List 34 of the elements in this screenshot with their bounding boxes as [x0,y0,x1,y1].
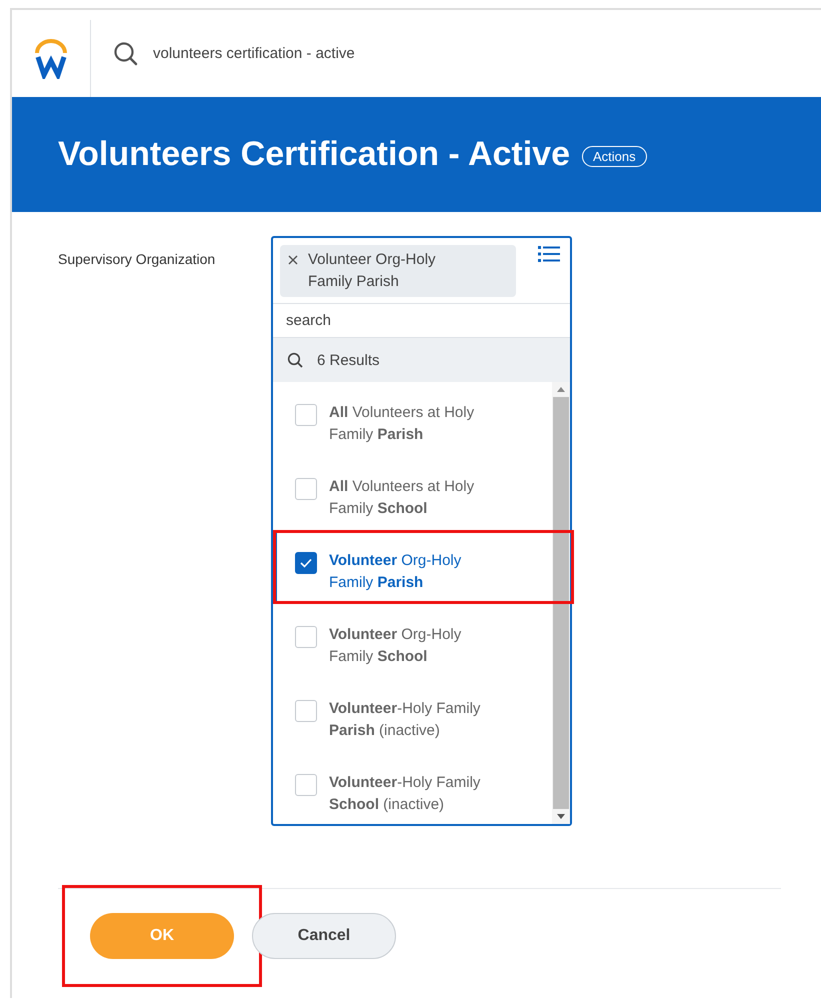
option-label: Volunteer Org-Holy Family Parish [329,551,462,593]
up-arrow-icon[interactable] [556,386,566,393]
search-icon [287,352,303,368]
option-item[interactable]: All Volunteers at Holy Family Parish [273,382,552,456]
option-item[interactable]: Volunteer-Holy Family Parish (inactive) [273,678,552,752]
scrollbar[interactable] [552,382,570,824]
page-title: Volunteers Certification - Active [58,135,570,174]
checkbox[interactable] [295,626,317,648]
close-icon[interactable] [288,255,298,265]
option-item[interactable]: All Volunteers at Holy Family School [273,456,552,530]
checkbox[interactable] [295,404,317,426]
option-item[interactable]: Volunteer Org-Holy Family School [273,604,552,678]
actions-button[interactable]: Actions [582,146,647,167]
selected-chip[interactable]: Volunteer Org-Holy Family Parish [280,245,516,297]
checkbox[interactable] [295,700,317,722]
option-label: All Volunteers at Holy Family Parish [329,403,476,445]
checkbox[interactable] [295,774,317,796]
option-label: Volunteer-Holy Family Parish (inactive) [329,699,482,741]
option-label: All Volunteers at Holy Family School [329,477,476,519]
option-label: Volunteer Org-Holy Family School [329,625,462,667]
cancel-button[interactable]: Cancel [252,913,396,959]
checkbox[interactable] [295,552,317,574]
list-icon[interactable] [538,245,560,263]
down-arrow-icon[interactable] [556,813,566,820]
option-label: Volunteer-Holy Family School (inactive) [329,773,482,815]
prompt-field[interactable] [271,236,572,826]
field-label: Supervisory Organization [58,250,216,269]
option-item[interactable]: Volunteer-Holy Family School (inactive) [273,752,552,826]
logo-icon[interactable] [33,38,69,78]
results-count: 6 Results [317,352,380,368]
chip-label: Volunteer Org-Holy Family Parish [308,250,437,292]
check-icon [300,558,312,568]
checkbox[interactable] [295,478,317,500]
search-icon [113,40,139,66]
